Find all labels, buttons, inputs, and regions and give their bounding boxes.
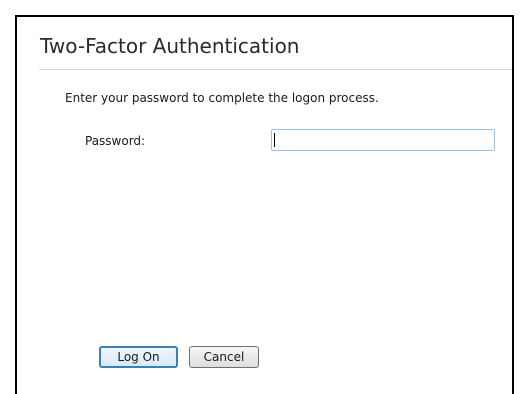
- dialog-title: Two-Factor Authentication: [40, 34, 300, 58]
- password-input[interactable]: [271, 129, 495, 151]
- password-label: Password:: [85, 134, 146, 148]
- text-caret: [274, 133, 275, 147]
- instructions-text: Enter your password to complete the logo…: [65, 91, 379, 105]
- dialog-frame: Two-Factor Authentication Enter your pas…: [15, 15, 514, 394]
- cancel-button[interactable]: Cancel: [189, 346, 259, 368]
- title-divider: [39, 69, 512, 70]
- logon-button[interactable]: Log On: [99, 346, 178, 368]
